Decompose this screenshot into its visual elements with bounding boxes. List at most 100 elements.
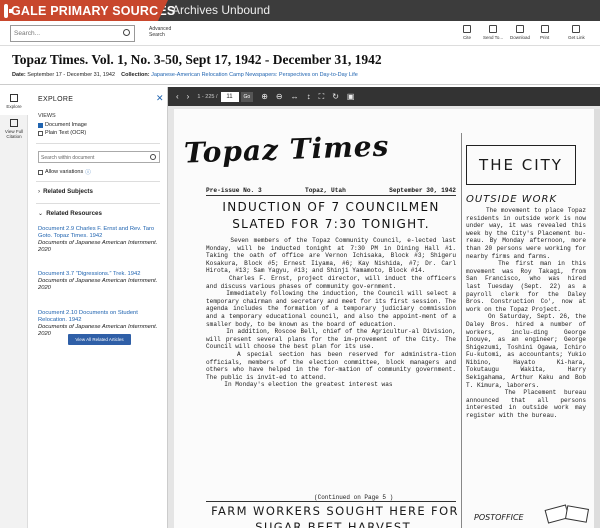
explore-sidebar: EXPLORE ✕ VIEWS Document Image Plain Tex… — [28, 87, 168, 528]
tab-explore[interactable]: Explore — [0, 87, 28, 115]
panel-tabs: Explore View Full Citation — [0, 87, 28, 528]
collection-link[interactable]: Japanese-American Relocation Camp Newspa… — [151, 72, 358, 78]
advanced-search-link[interactable]: Advanced Search — [149, 26, 171, 38]
help-icon[interactable]: ⓘ — [85, 168, 91, 176]
tab-explore-label: Explore — [6, 103, 22, 109]
print-label: Print — [540, 35, 550, 40]
close-icon[interactable]: ✕ — [156, 93, 164, 104]
rotate-icon[interactable]: ↻ — [332, 92, 339, 101]
post-office-heading: POSTOFFICE — [474, 513, 524, 522]
zoom-in-icon[interactable]: ⊕ — [261, 92, 268, 101]
link-icon — [572, 25, 581, 33]
brand-logo[interactable]: GALE PRIMARY SOURCES — [0, 0, 175, 21]
issue-line: Pre-issue No. 3 Topaz, Utah September 30… — [206, 187, 456, 196]
print-icon — [540, 25, 549, 33]
search-row: Advanced Search Cite Send To... Download… — [0, 21, 600, 46]
related-resource-source: Documents of Japanese American Internmen… — [38, 278, 158, 291]
column-divider — [461, 133, 462, 528]
envelope-icon — [564, 505, 590, 523]
search-icon[interactable] — [150, 154, 156, 160]
divider — [36, 203, 160, 204]
divider — [36, 143, 160, 144]
related-subjects-label: Related Subjects — [43, 188, 93, 195]
article-councilmen: Seven members of the Topaz Community Cou… — [206, 237, 456, 389]
views-heading: VIEWS — [38, 113, 56, 119]
continued-note: (Continued on Page 5 ) — [314, 494, 394, 501]
list-item: Document 2.9 Charles F. Ernst and Rev. T… — [38, 226, 158, 254]
download-label: Download — [510, 35, 531, 40]
headline-councilmen: INDUCTION OF 7 COUNCILMEN SLATED FOR 7:3… — [222, 200, 440, 231]
gale-logo-icon — [4, 3, 13, 18]
collection-label: Collection: — [121, 72, 150, 78]
sidebar-title: EXPLORE — [38, 96, 74, 103]
divider — [36, 181, 160, 182]
send-to-button[interactable]: Send To... — [483, 25, 503, 40]
related-resources-label: Related Resources — [46, 210, 102, 217]
chevron-down-icon: ⌄ — [38, 210, 44, 217]
document-viewer: ‹ › 1 - 225 / 11 Go ⊕ ⊖ ↔ ↕ ⛶ ↻ ▣ Topaz … — [168, 87, 600, 528]
get-link-button[interactable]: Get Link — [568, 25, 585, 40]
issue-date: September 30, 1942 — [389, 187, 456, 194]
page-number-input[interactable]: 11 — [220, 91, 239, 102]
outside-work-heading: OUTSIDE WORK — [466, 194, 558, 205]
next-page-icon[interactable]: › — [187, 92, 190, 101]
view-document-image[interactable]: Document Image — [38, 122, 87, 128]
date-label: Date: — [12, 72, 26, 78]
search-within-input[interactable]: Search within document — [38, 151, 160, 163]
chevron-right-icon: › — [38, 188, 41, 195]
related-resource-link[interactable]: Document 2.10 Documents on Student Reloc… — [38, 310, 158, 324]
related-resource-link[interactable]: Document 3.7 “Digressions.” Trek. 1942 — [38, 271, 158, 278]
send-icon — [489, 25, 498, 33]
print-button[interactable]: Print — [540, 25, 549, 40]
newspaper-page-image[interactable]: Topaz Times Pre-issue No. 3 Topaz, Utah … — [174, 109, 600, 528]
issue-number: Pre-issue No. 3 — [206, 187, 262, 194]
checkbox-icon[interactable] — [38, 130, 43, 136]
view-plain-text[interactable]: Plain Text (OCR) — [38, 130, 86, 136]
checkbox-icon[interactable] — [38, 122, 43, 128]
image-settings-icon[interactable]: ▣ — [347, 92, 355, 101]
allow-variations-label: Allow variations — [45, 169, 84, 175]
brand-divider — [158, 0, 168, 21]
go-button[interactable]: Go — [240, 91, 254, 102]
view-all-related-button[interactable]: View All Related Articles — [68, 334, 131, 345]
list-item: Document 3.7 “Digressions.” Trek. 1942 D… — [38, 271, 158, 292]
book-icon — [10, 93, 18, 102]
citation-icon — [10, 119, 18, 127]
view-option-label: Plain Text (OCR) — [45, 130, 87, 136]
related-resource-source: Documents of Japanese American Internmen… — [38, 240, 158, 253]
search-input[interactable] — [10, 25, 135, 42]
top-bar: GALE PRIMARY SOURCES Archives Unbound — [0, 0, 600, 21]
date-value: September 17 - December 31, 1942 — [27, 72, 116, 78]
checkbox-icon[interactable] — [38, 169, 43, 175]
issue-place: Topaz, Utah — [305, 187, 346, 194]
view-option-label: Document Image — [45, 122, 87, 128]
newspaper-masthead: Topaz Times — [183, 129, 390, 170]
prev-page-icon[interactable]: ‹ — [176, 92, 179, 101]
fit-width-icon[interactable]: ↔ — [291, 92, 299, 101]
send-to-label: Send To... — [483, 35, 504, 40]
document-meta: Date: September 17 - December 31, 1942 C… — [12, 72, 358, 78]
viewer-toolbar: ‹ › 1 - 225 / 11 Go ⊕ ⊖ ↔ ↕ ⛶ ↻ ▣ — [168, 87, 600, 106]
headline-farm-workers: FARM WORKERS SOUGHT HERE FOR SUGAR BEET … — [211, 504, 459, 528]
product-name[interactable]: Archives Unbound — [172, 3, 270, 17]
document-title-bar: Topaz Times. Vol. 1, No. 3-50, Sept 17, … — [0, 47, 600, 85]
get-link-label: Get Link — [568, 35, 585, 40]
the-city-box: THE CITY — [466, 145, 576, 185]
download-button[interactable]: Download — [510, 25, 530, 40]
viewer-scrollbar[interactable] — [594, 109, 600, 528]
fit-height-icon[interactable]: ↕ — [307, 92, 311, 101]
related-resource-link[interactable]: Document 2.9 Charles F. Ernst and Rev. T… — [38, 226, 158, 240]
zoom-out-icon[interactable]: ⊖ — [276, 92, 283, 101]
page-title: Topaz Times. Vol. 1, No. 3-50, Sept 17, … — [12, 52, 382, 67]
related-resources-toggle[interactable]: ⌄ Related Resources — [38, 210, 102, 217]
search-icon[interactable] — [123, 29, 130, 36]
tab-view-full-citation[interactable]: View Full Citation — [0, 115, 28, 143]
cite-button[interactable]: Cite — [463, 25, 471, 40]
fullscreen-icon[interactable]: ⛶ — [319, 92, 325, 102]
download-icon — [516, 25, 524, 33]
article-outside-work: The movement to place Topaz residents in… — [466, 207, 586, 420]
divider — [206, 501, 456, 502]
allow-variations-checkbox[interactable]: Allow variations ⓘ — [38, 168, 91, 176]
related-subjects-toggle[interactable]: › Related Subjects — [38, 188, 93, 195]
quote-icon — [463, 25, 471, 33]
